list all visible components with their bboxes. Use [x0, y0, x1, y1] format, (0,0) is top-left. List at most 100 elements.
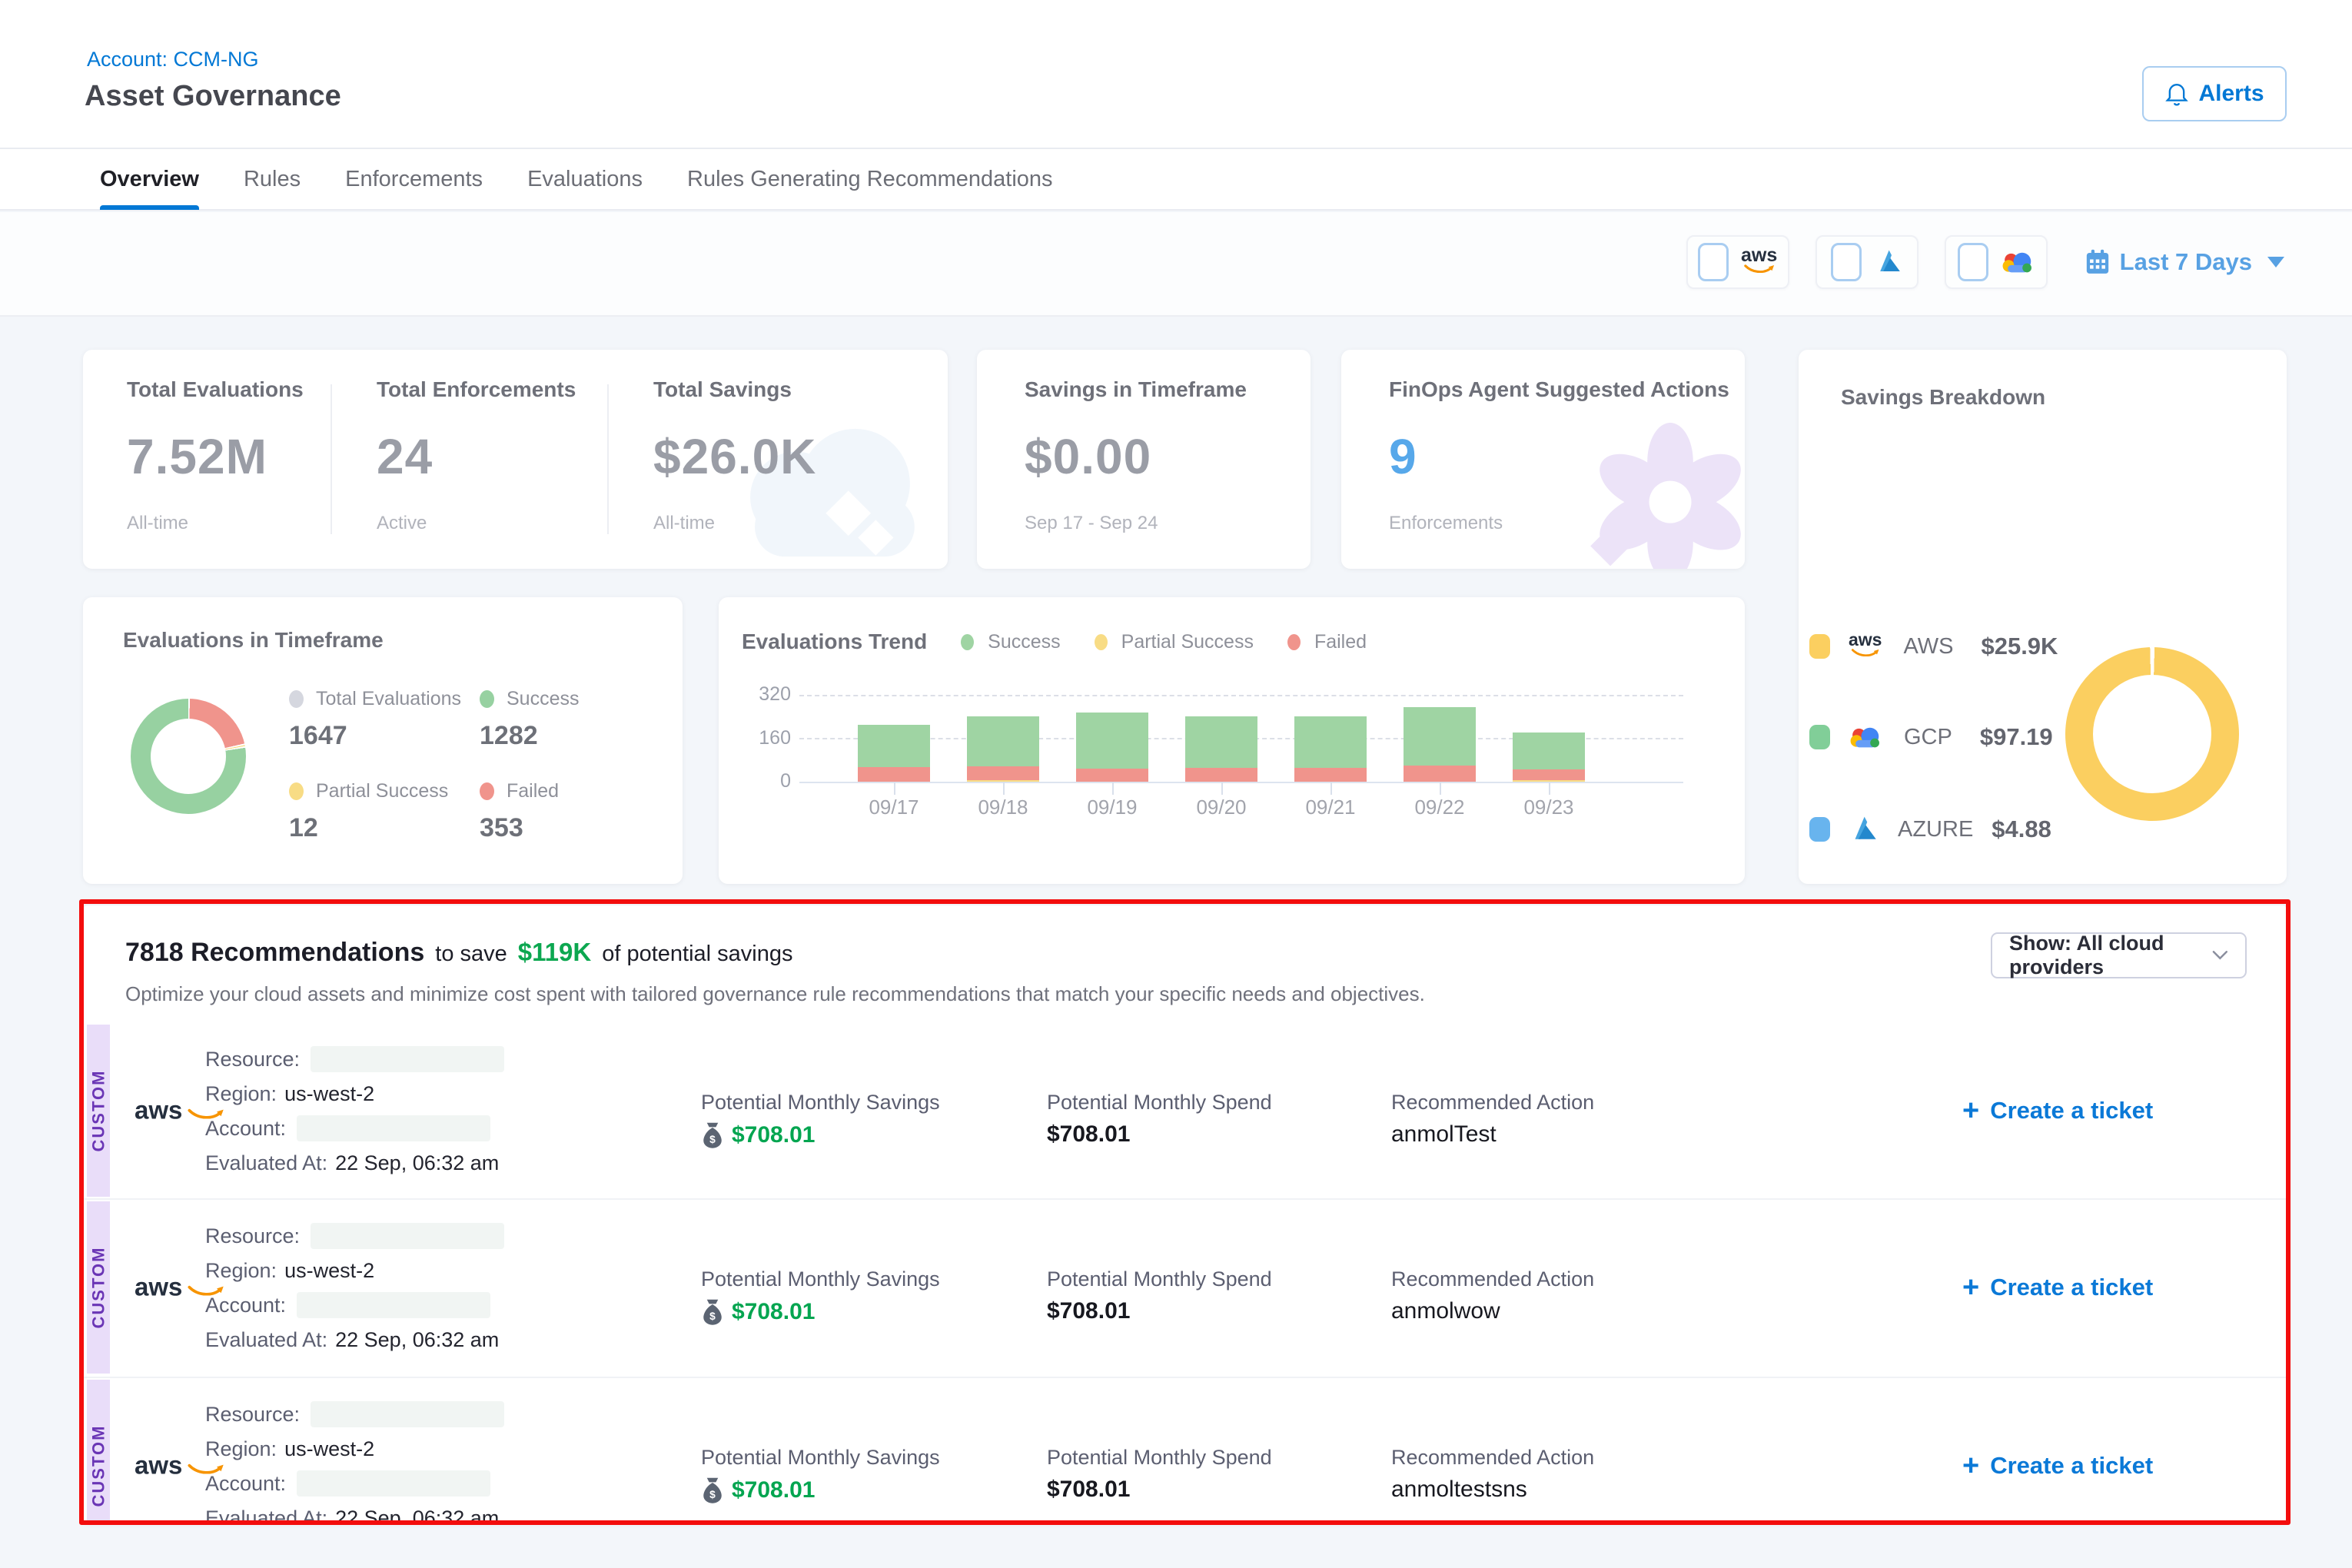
- evaluations-in-timeframe-title: Evaluations in Timeframe: [123, 628, 384, 653]
- redacted-account-value: [297, 1292, 490, 1318]
- tab-bar: Overview Rules Enforcements Evaluations …: [0, 149, 2352, 211]
- resource-label: Resource:: [205, 1224, 300, 1248]
- azure-legend-amount: $4.88: [1992, 816, 2051, 843]
- tab-overview[interactable]: Overview: [100, 148, 199, 210]
- recommendations-title-tail: of potential savings: [602, 942, 792, 967]
- potential-monthly-savings-label: Potential Monthly Savings: [701, 1091, 940, 1115]
- evaluated-at-label: Evaluated At:: [205, 1151, 327, 1175]
- recommendations-savings-amount: $119K: [518, 938, 591, 967]
- finops-agent-card: FinOps Agent Suggested Actions 9 Enforce…: [1341, 350, 1745, 569]
- money-bag-icon: $: [701, 1298, 724, 1326]
- aws-logo-icon: aws: [1741, 247, 1777, 277]
- legend-success: Success 1282: [480, 688, 579, 751]
- total-evaluations-value: 7.52M: [127, 428, 304, 485]
- total-evaluations-title: Total Evaluations: [127, 377, 304, 402]
- create-ticket-button[interactable]: +Create a ticket: [1962, 1274, 2153, 1301]
- x-axis-label: 09/22: [1394, 796, 1486, 819]
- create-ticket-button[interactable]: +Create a ticket: [1962, 1097, 2153, 1125]
- x-axis-tick: [1330, 782, 1332, 795]
- x-axis-label: 09/18: [957, 796, 1049, 819]
- tab-rules-generating-recommendations[interactable]: Rules Generating Recommendations: [687, 148, 1053, 210]
- cloud-provider-filter-dropdown[interactable]: Show: All cloud providers: [1991, 932, 2247, 978]
- tab-evaluations[interactable]: Evaluations: [527, 148, 643, 210]
- recommendation-row: CUSTOM aws Resource: Region:us-west-2 Ac…: [83, 1201, 2287, 1374]
- finops-agent-sub: Enforcements: [1389, 513, 1729, 534]
- azure-checkbox[interactable]: [1831, 243, 1862, 281]
- plus-icon: +: [1962, 1454, 1979, 1477]
- potential-monthly-spend-value: $708.01: [1047, 1298, 1130, 1324]
- date-range-label: Last 7 Days: [2120, 248, 2252, 276]
- alerts-label: Alerts: [2198, 81, 2264, 107]
- potential-monthly-savings-value: $ $708.01: [701, 1477, 815, 1504]
- success-count: 1282: [480, 721, 579, 751]
- potential-monthly-savings-value: $ $708.01: [701, 1298, 815, 1326]
- total-evaluations-sub: All-time: [127, 513, 304, 534]
- gcp-filter[interactable]: [1945, 235, 2048, 289]
- region-value: us-west-2: [284, 1259, 374, 1283]
- gcp-checkbox[interactable]: [1958, 243, 1988, 281]
- savings-in-timeframe-value: $0.00: [1025, 428, 1247, 485]
- x-axis-tick: [1440, 782, 1441, 795]
- potential-monthly-savings-value: $ $708.01: [701, 1121, 815, 1149]
- potential-monthly-spend-value: $708.01: [1047, 1477, 1130, 1503]
- total-enforcements-title: Total Enforcements: [377, 377, 576, 402]
- total-enforcements-value: 24: [377, 428, 576, 485]
- x-axis-tick: [1221, 782, 1223, 795]
- alerts-button[interactable]: Alerts: [2142, 66, 2287, 121]
- x-axis-label: 09/23: [1503, 796, 1595, 819]
- account-label: Account:: [205, 1294, 286, 1317]
- azure-logo-icon: [1874, 249, 1903, 275]
- aws-legend-amount: $25.9K: [1981, 633, 2058, 660]
- account-breadcrumb[interactable]: Account: CCM-NG: [87, 48, 259, 71]
- legend-partial-success: Partial Success 12: [289, 780, 448, 843]
- aws-checkbox[interactable]: [1698, 243, 1729, 281]
- x-axis-label: 09/20: [1175, 796, 1267, 819]
- plus-icon: +: [1962, 1276, 1979, 1299]
- evaluations-trend-card: Evaluations Trend Success Partial Succes…: [719, 597, 1745, 884]
- total-evaluations-count: 1647: [289, 721, 461, 751]
- aws-logo-icon: aws: [1849, 633, 1882, 660]
- gcp-logo-icon: [1849, 725, 1882, 749]
- account-label: Account:: [205, 1117, 286, 1141]
- page-title: Asset Governance: [85, 80, 341, 113]
- x-axis-tick: [1112, 782, 1114, 795]
- redacted-resource-value: [311, 1046, 504, 1072]
- tab-enforcements[interactable]: Enforcements: [345, 148, 483, 210]
- legend-item-aws: aws AWS $25.9K: [1809, 633, 2058, 660]
- recommendations-description: Optimize your cloud assets and minimize …: [125, 982, 1425, 1006]
- tab-rules[interactable]: Rules: [244, 148, 301, 210]
- azure-legend-label: AZURE: [1898, 817, 1973, 842]
- potential-monthly-spend-label: Potential Monthly Spend: [1047, 1267, 1272, 1291]
- trend-legend-partial-success: Partial Success: [1095, 631, 1254, 653]
- trend-bar-chart: [799, 695, 1683, 783]
- trend-legend-failed: Failed: [1287, 631, 1367, 653]
- caret-down-icon: [2267, 257, 2284, 267]
- x-axis-tick: [1549, 782, 1550, 795]
- finops-agent-title: FinOps Agent Suggested Actions: [1389, 377, 1729, 402]
- gcp-swatch: [1809, 725, 1830, 749]
- custom-tag: CUSTOM: [87, 1025, 110, 1197]
- aws-legend-label: AWS: [1903, 634, 1953, 659]
- trend-legend-success: Success: [961, 631, 1060, 653]
- recommended-action-label: Recommended Action: [1391, 1091, 1594, 1115]
- create-ticket-button[interactable]: +Create a ticket: [1962, 1452, 2153, 1480]
- region-label: Region:: [205, 1082, 277, 1106]
- x-axis-tick: [894, 782, 895, 795]
- bell-icon: [2164, 81, 2189, 107]
- date-range-dropdown[interactable]: Last 7 Days: [2085, 248, 2284, 276]
- azure-filter[interactable]: [1815, 235, 1918, 289]
- success-dot-icon: [961, 634, 974, 650]
- evaluated-at-label: Evaluated At:: [205, 1328, 327, 1352]
- recommended-action-value: anmolTest: [1391, 1121, 1497, 1148]
- evaluated-at-value: 22 Sep, 06:32 am: [335, 1151, 499, 1175]
- gcp-logo-icon: [2001, 250, 2035, 274]
- x-axis-label: 09/19: [1066, 796, 1158, 819]
- calendar-icon: [2085, 248, 2111, 276]
- aws-filter[interactable]: aws: [1686, 235, 1789, 289]
- money-bag-icon: $: [701, 1477, 724, 1504]
- potential-monthly-spend-label: Potential Monthly Spend: [1047, 1091, 1272, 1115]
- failed-count: 353: [480, 813, 559, 843]
- potential-monthly-spend-label: Potential Monthly Spend: [1047, 1446, 1272, 1470]
- legend-item-gcp: GCP $97.19: [1809, 723, 2053, 751]
- success-dot-icon: [480, 690, 494, 708]
